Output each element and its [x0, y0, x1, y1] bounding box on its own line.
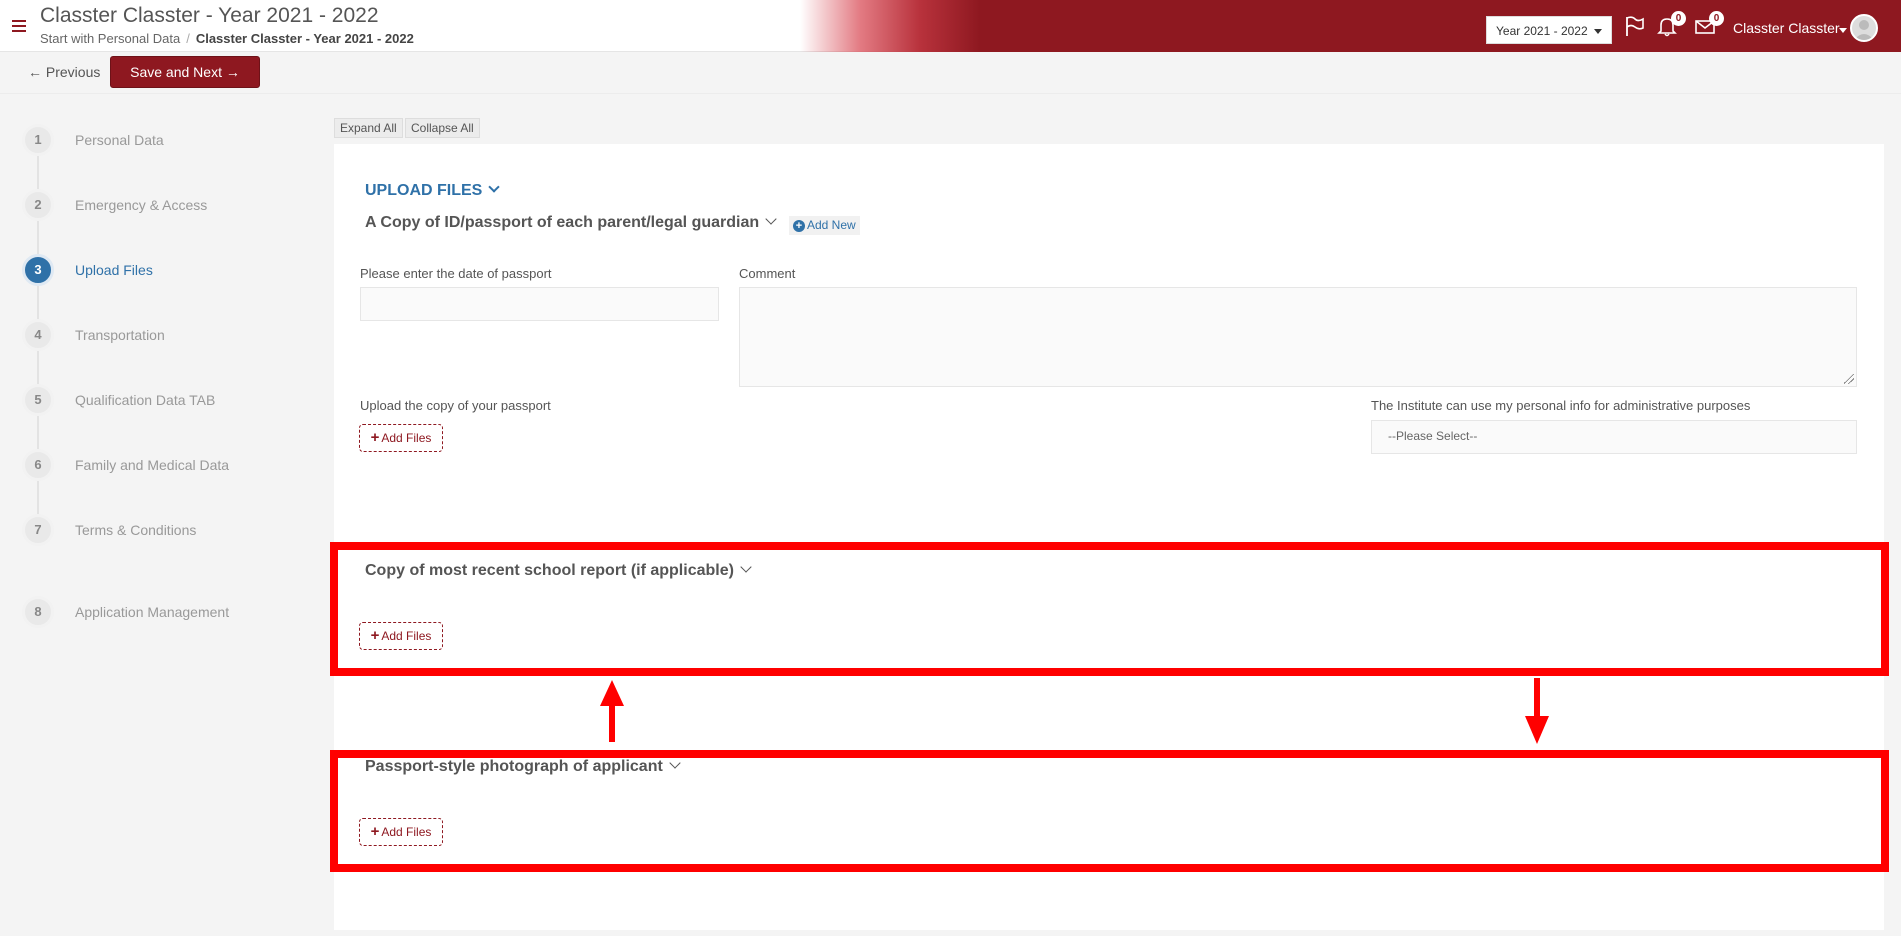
section-title-text: UPLOAD FILES — [365, 182, 483, 199]
action-toolbar: ← Previous Save and Next → — [0, 52, 1901, 94]
step-number: 5 — [22, 384, 54, 416]
notifications-badge: 0 — [1671, 11, 1686, 26]
step-label: Personal Data — [75, 132, 164, 148]
step-emergency-access[interactable]: 2 Emergency & Access — [22, 189, 282, 221]
step-connector — [37, 286, 39, 319]
highlight-box-photo — [330, 750, 1889, 872]
hamburger-menu-icon[interactable] — [12, 20, 26, 32]
passport-date-input[interactable] — [360, 287, 719, 321]
year-select-value: Year 2021 - 2022 — [1496, 24, 1588, 38]
step-label: Terms & Conditions — [75, 522, 197, 538]
step-connector — [37, 481, 39, 514]
breadcrumb: Start with Personal Data / Classter Classt… — [40, 31, 414, 46]
step-personal-data[interactable]: 1 Personal Data — [22, 124, 282, 156]
consent-select[interactable]: --Please Select-- — [1371, 420, 1857, 454]
step-number: 7 — [22, 514, 54, 546]
envelope-icon[interactable]: 0 — [1694, 11, 1724, 39]
step-transportation[interactable]: 4 Transportation — [22, 319, 282, 351]
consent-label: The Institute can use my personal info f… — [1371, 398, 1751, 413]
step-connector — [37, 351, 39, 384]
step-label: Transportation — [75, 327, 165, 343]
step-terms-conditions[interactable]: 7 Terms & Conditions — [22, 514, 282, 546]
comment-textarea[interactable] — [739, 287, 1857, 387]
id-copy-title-text: A Copy of ID/passport of each parent/leg… — [365, 214, 760, 231]
highlight-box-school-report — [330, 542, 1889, 676]
step-connector — [37, 416, 39, 449]
step-number: 4 — [22, 319, 54, 351]
step-number: 8 — [22, 596, 54, 628]
breadcrumb-current: Classter Classter - Year 2021 - 2022 — [195, 31, 414, 46]
step-label: Qualification Data TAB — [75, 392, 216, 408]
id-copy-title[interactable]: A Copy of ID/passport of each parent/leg… — [365, 213, 777, 232]
step-label: Upload Files — [75, 262, 153, 278]
add-new-label: Add New — [807, 218, 856, 232]
add-new-button[interactable]: + Add New — [789, 216, 860, 235]
step-number: 3 — [22, 254, 54, 286]
step-number: 6 — [22, 449, 54, 481]
page-title: Classter Classter - Year 2021 - 2022 — [40, 4, 379, 27]
step-connector — [37, 156, 39, 189]
section-title[interactable]: UPLOAD FILES — [365, 181, 501, 200]
chevron-down-icon — [488, 181, 501, 193]
upload-passport-label: Upload the copy of your passport — [360, 398, 551, 413]
step-application-management[interactable]: 8 Application Management — [22, 596, 282, 628]
passport-date-label: Please enter the date of passport — [360, 266, 552, 281]
user-menu-name[interactable]: Classter Classter — [1733, 20, 1840, 36]
step-connector — [37, 221, 39, 254]
step-label: Emergency & Access — [75, 197, 208, 213]
resize-handle-icon[interactable] — [1844, 374, 1854, 384]
chevron-down-icon — [765, 213, 777, 225]
avatar[interactable] — [1850, 14, 1878, 42]
breadcrumb-start[interactable]: Start with Personal Data — [40, 31, 180, 46]
step-upload-files[interactable]: 3 Upload Files — [22, 254, 282, 286]
add-files-label: Add Files — [381, 431, 432, 445]
messages-badge: 0 — [1709, 11, 1724, 26]
step-number: 2 — [22, 189, 54, 221]
flag-icon[interactable] — [1624, 15, 1648, 39]
step-qualification-data[interactable]: 5 Qualification Data TAB — [22, 384, 282, 416]
collapse-all-button[interactable]: Collapse All — [405, 118, 480, 138]
caret-down-icon — [1594, 29, 1602, 34]
step-family-medical-data[interactable]: 6 Family and Medical Data — [22, 449, 282, 481]
step-label: Application Management — [75, 604, 230, 620]
expand-all-button[interactable]: Expand All — [334, 118, 403, 138]
save-and-next-button[interactable]: Save and Next → — [110, 56, 260, 88]
comment-label: Comment — [739, 266, 796, 281]
arrow-up-icon — [600, 680, 624, 742]
year-select[interactable]: Year 2021 - 2022 — [1486, 16, 1612, 44]
plus-icon: + — [370, 429, 380, 446]
add-files-button-passport[interactable]: + Add Files — [359, 424, 443, 452]
step-number: 1 — [22, 124, 54, 156]
plus-circle-icon: + — [793, 220, 805, 232]
previous-button[interactable]: ← Previous — [28, 64, 100, 80]
arrow-down-icon — [1525, 678, 1549, 744]
user-caret-icon[interactable] — [1839, 28, 1847, 33]
bell-icon[interactable]: 0 — [1656, 11, 1686, 39]
step-label: Family and Medical Data — [75, 457, 230, 473]
top-header: Classter Classter - Year 2021 - 2022 Sta… — [0, 0, 1901, 52]
